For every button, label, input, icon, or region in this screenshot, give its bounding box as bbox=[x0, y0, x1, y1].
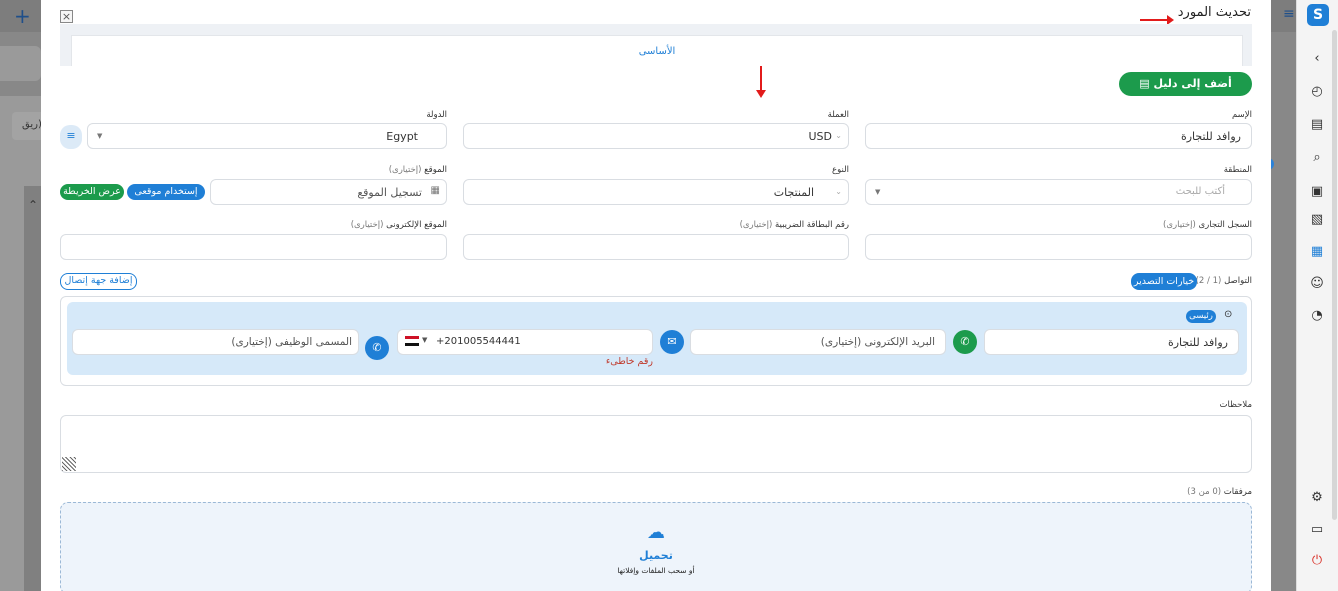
sidebar-scrollbar[interactable] bbox=[1332, 30, 1337, 520]
collapse-icon[interactable]: ⊙ bbox=[1224, 309, 1232, 320]
phone-error-text: رقم خاطىء bbox=[605, 356, 653, 367]
name-label: الإسم bbox=[1232, 110, 1252, 120]
caret-down-icon: ▼ bbox=[97, 132, 103, 140]
upload-subtitle: أو سحب الملفات وإفلاتها bbox=[617, 566, 695, 575]
dashboard-icon[interactable]: ◴ bbox=[1307, 82, 1327, 102]
notes-textarea[interactable] bbox=[60, 415, 1252, 473]
contact-email-input[interactable]: البريد الإلكترونى (إختيارى) bbox=[690, 329, 946, 355]
box-icon[interactable]: ▣ bbox=[1307, 182, 1327, 202]
add-to-accounts-button[interactable]: ▤ أضف إلى دليل الحسابات bbox=[1119, 72, 1252, 114]
export-options-button[interactable]: خيارات التصدير bbox=[1131, 273, 1197, 290]
background-card bbox=[0, 46, 41, 81]
file-dropzone[interactable] bbox=[60, 502, 1252, 591]
chevron-left-icon[interactable]: ‹ bbox=[1307, 49, 1327, 69]
gear-icon[interactable]: ⚙ bbox=[1307, 488, 1327, 508]
close-button[interactable]: × bbox=[60, 10, 73, 23]
website-label: الموقع الإلكترونى (إختيارى) bbox=[350, 220, 447, 230]
cloud-upload-icon: ☁ bbox=[647, 522, 665, 543]
contact-phone-input[interactable]: +201005544441 bbox=[397, 329, 653, 355]
chevron-up-icon: ⌃ bbox=[28, 198, 39, 212]
caret-down-icon: ▼ bbox=[875, 188, 881, 196]
type-label: النوع bbox=[832, 165, 849, 175]
background-panel bbox=[24, 186, 41, 591]
power-icon[interactable]: ⏻ bbox=[1307, 551, 1327, 571]
chevron-down-icon: ⌄ bbox=[835, 187, 842, 196]
contact-name-input[interactable]: روافد للتجارة bbox=[984, 329, 1239, 355]
commercial-register-input[interactable] bbox=[865, 234, 1252, 260]
background-search-field: ريق) bbox=[12, 112, 42, 140]
contacts-label: التواصل (1 / 2) bbox=[1195, 276, 1252, 286]
map-icon: ▦ bbox=[430, 185, 440, 196]
tab-basic[interactable]: الأساسى bbox=[71, 35, 1243, 66]
use-my-location-button[interactable]: إستخدام موقعى bbox=[127, 184, 205, 200]
location-input[interactable]: تسجيل الموقع ▦ bbox=[210, 179, 447, 205]
window-icon[interactable]: ▭ bbox=[1307, 520, 1327, 540]
website-input[interactable] bbox=[60, 234, 447, 260]
users-icon[interactable]: ☺ bbox=[1307, 274, 1327, 294]
annotation-arrow-icon bbox=[1140, 15, 1174, 25]
location-label: الموقع (إختيارى) bbox=[388, 165, 447, 175]
chevron-down-icon: ⌄ bbox=[835, 131, 842, 140]
document-icon[interactable]: ▧ bbox=[1307, 210, 1327, 230]
app-logo-icon[interactable]: S bbox=[1307, 4, 1329, 26]
upload-title: تحميل bbox=[639, 549, 673, 562]
email-icon[interactable]: ✉ bbox=[660, 330, 684, 354]
caret-down-icon: ▼ bbox=[422, 336, 428, 344]
notes-label: ملاحظات bbox=[1219, 400, 1252, 410]
tax-card-input[interactable] bbox=[463, 234, 849, 260]
annotation-arrow-icon bbox=[756, 64, 766, 98]
job-title-input[interactable]: المسمى الوظيفى (إختيارى) bbox=[72, 329, 359, 355]
commercial-register-label: السجل التجارى (إختيارى) bbox=[1163, 220, 1252, 230]
modal-title: تحديث المورد bbox=[1177, 5, 1251, 20]
attachments-label: مرفقات (0 من 3) bbox=[1187, 487, 1252, 497]
region-label: المنطقة bbox=[1223, 165, 1252, 175]
name-input[interactable]: روافد للتجارة bbox=[865, 123, 1252, 149]
region-select[interactable]: أكتب للبحث ▼ bbox=[865, 179, 1252, 205]
search-document-icon[interactable]: ⌕ bbox=[1307, 148, 1327, 168]
menu-icon[interactable]: ≡ bbox=[1283, 6, 1295, 22]
phone-icon[interactable]: ✆ bbox=[365, 336, 389, 360]
resize-handle-icon[interactable] bbox=[62, 457, 76, 471]
country-select[interactable]: Egypt ▼ bbox=[87, 123, 447, 149]
document-icon: ▤ bbox=[1139, 77, 1154, 90]
show-map-button[interactable]: عرض الخريطة bbox=[60, 184, 124, 200]
suppliers-icon[interactable]: ▦ bbox=[1307, 242, 1327, 262]
country-label: الدولة bbox=[426, 110, 447, 120]
egypt-flag-icon[interactable] bbox=[405, 336, 419, 346]
invoice-icon[interactable]: ▤ bbox=[1307, 115, 1327, 135]
background-right-panel bbox=[1271, 32, 1296, 591]
add-contact-button[interactable]: إضافة جهة إتصال bbox=[60, 273, 137, 290]
tax-card-label: رقم البطاقة الضريبية (إختيارى) bbox=[739, 220, 849, 230]
main-contact-badge: رئيسى bbox=[1186, 310, 1216, 323]
whatsapp-icon[interactable]: ✆ bbox=[953, 330, 977, 354]
report-icon[interactable]: ◔ bbox=[1307, 306, 1327, 326]
plus-icon[interactable]: + bbox=[14, 4, 31, 28]
currency-label: العملة bbox=[827, 110, 849, 120]
type-select[interactable]: المنتجات ⌄ bbox=[463, 179, 849, 205]
currency-select[interactable]: USD ⌄ bbox=[463, 123, 849, 149]
filter-icon[interactable]: ≡ bbox=[60, 125, 82, 149]
